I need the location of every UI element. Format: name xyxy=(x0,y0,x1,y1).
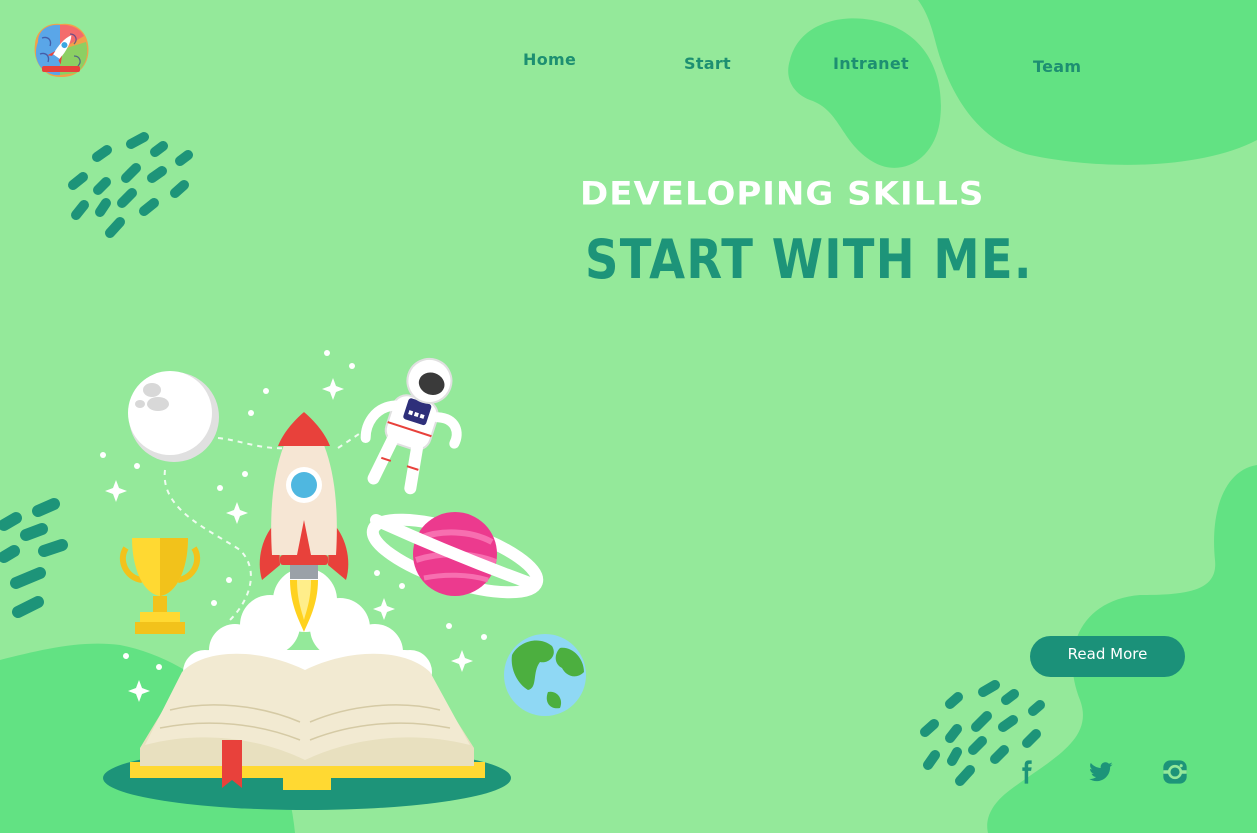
moon xyxy=(128,371,219,462)
nav-start-link[interactable]: Start xyxy=(684,54,731,73)
earth-globe xyxy=(504,634,586,716)
brain-rocket-logo[interactable] xyxy=(30,20,92,80)
nav-home-link[interactable]: Home xyxy=(523,50,576,69)
dash-pattern-left xyxy=(0,498,68,618)
top-right-blob xyxy=(918,0,1257,165)
top-center-blob xyxy=(788,18,941,168)
astronaut xyxy=(360,357,462,495)
trophy xyxy=(119,538,201,634)
ringed-planet xyxy=(366,512,544,599)
hero-subtitle: DEVELOPING SKILLS xyxy=(580,175,985,214)
read-more-button[interactable]: Read More xyxy=(1030,636,1185,677)
instagram-icon[interactable] xyxy=(1161,758,1189,786)
rocket-book-illustration xyxy=(100,350,586,810)
dash-pattern-top-left xyxy=(68,132,193,238)
facebook-icon[interactable] xyxy=(1013,758,1041,786)
nav-team-link[interactable]: Team xyxy=(1033,57,1081,76)
twitter-icon[interactable] xyxy=(1087,758,1115,786)
nav-intranet-link[interactable]: Intranet xyxy=(833,54,909,73)
hero-title: START WITH ME. xyxy=(585,228,1033,291)
